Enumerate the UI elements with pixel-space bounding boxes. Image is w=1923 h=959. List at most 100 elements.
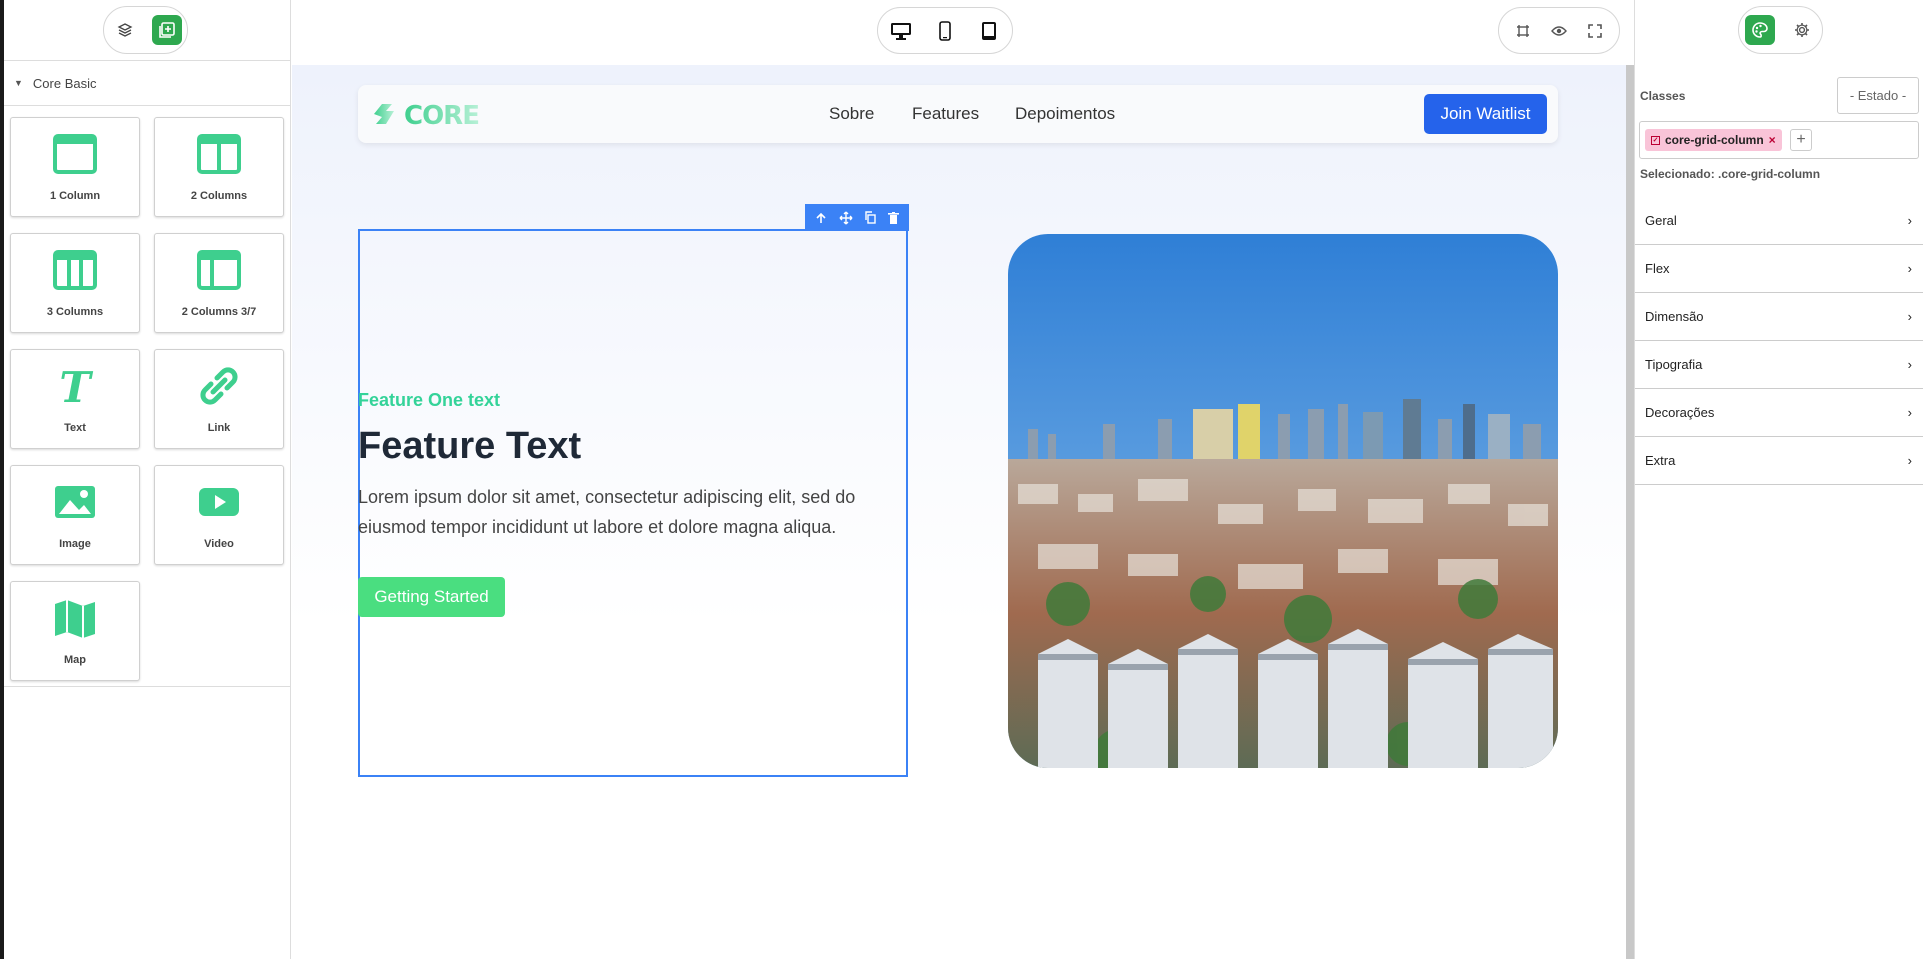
- right-panel-switcher: [1738, 6, 1823, 54]
- core-logo: CORE: [374, 101, 480, 130]
- one-column-icon: [53, 134, 97, 174]
- state-select-value: - Estado -: [1849, 88, 1907, 103]
- section-flex[interactable]: Flex ›: [1635, 245, 1923, 293]
- layers-icon: [117, 23, 132, 37]
- classes-label: Classes: [1640, 89, 1686, 103]
- copy-icon[interactable]: [864, 211, 877, 224]
- settings-button[interactable]: [1787, 15, 1817, 45]
- getting-started-button[interactable]: Getting Started: [358, 577, 505, 617]
- add-class-button[interactable]: +: [1790, 129, 1812, 151]
- divider: [4, 686, 291, 687]
- gear-icon: [1794, 23, 1809, 37]
- block-label: Map: [64, 654, 86, 666]
- chevron-right-icon: ›: [1907, 261, 1912, 276]
- block-1-column[interactable]: 1 Column: [10, 117, 140, 217]
- category-core-basic[interactable]: ▼ Core Basic: [4, 60, 291, 106]
- block-text[interactable]: T Text: [10, 349, 140, 449]
- category-title: Core Basic: [32, 75, 97, 91]
- layers-button[interactable]: [110, 15, 140, 45]
- nav-link-features[interactable]: Features: [912, 104, 979, 124]
- style-manager-button[interactable]: [1744, 15, 1775, 45]
- section-extra[interactable]: Extra ›: [1635, 437, 1923, 485]
- block-label: Text: [64, 422, 86, 434]
- city-photo[interactable]: [1008, 234, 1558, 768]
- checkbox-icon[interactable]: ✓: [1651, 135, 1660, 145]
- section-decoracoes[interactable]: Decorações ›: [1635, 389, 1923, 437]
- section-title: Dimensão: [1645, 309, 1704, 324]
- site-navbar[interactable]: CORE Sobre Features Depoimentos Join Wai…: [358, 85, 1558, 143]
- link-icon: [200, 367, 238, 405]
- editor-top-bar: [292, 0, 1634, 65]
- toggle-outline-button[interactable]: [1508, 16, 1538, 46]
- desktop-device-button[interactable]: [886, 16, 916, 46]
- selected-label: Selecionado:: [1640, 167, 1715, 181]
- three-columns-icon: [53, 250, 97, 290]
- block-label: 2 Columns 3/7: [181, 306, 257, 318]
- section-tipografia[interactable]: Tipografia ›: [1635, 341, 1923, 389]
- mobile-icon: [939, 20, 951, 41]
- selection-toolbar: [805, 204, 909, 231]
- block-label: Video: [204, 538, 234, 550]
- block-label: Link: [207, 422, 231, 434]
- delete-icon[interactable]: [888, 211, 900, 224]
- outline-icon: [1517, 24, 1529, 37]
- left-panel-switcher: [103, 6, 188, 54]
- feature-title: Feature Text: [358, 425, 582, 467]
- blocks-panel: ▼ Core Basic 1 Column 2 Columns 3 Column…: [4, 0, 291, 959]
- move-icon[interactable]: [839, 211, 853, 225]
- class-tag-name: core-grid-column: [1665, 133, 1764, 147]
- block-map[interactable]: Map: [10, 581, 140, 681]
- add-block-icon: [158, 22, 175, 38]
- palette-icon: [1751, 22, 1768, 38]
- section-title: Tipografia: [1645, 357, 1703, 372]
- canvas-scrollbar[interactable]: [1626, 65, 1634, 959]
- state-select[interactable]: - Estado -: [1837, 77, 1919, 114]
- section-title: Flex: [1645, 261, 1670, 276]
- chevron-right-icon: ›: [1907, 405, 1912, 420]
- tablet-icon: [982, 21, 996, 40]
- tablet-device-button[interactable]: [974, 16, 1004, 46]
- selected-info: Selecionado: .core-grid-column: [1640, 167, 1820, 181]
- selected-value: .core-grid-column: [1718, 167, 1821, 181]
- block-label: 3 Columns: [46, 306, 104, 318]
- mobile-device-button[interactable]: [930, 16, 960, 46]
- block-video[interactable]: Video: [154, 465, 284, 565]
- remove-class-icon[interactable]: ×: [1769, 133, 1776, 147]
- section-dimensao[interactable]: Dimensão ›: [1635, 293, 1923, 341]
- svg-text:CORE: CORE: [404, 101, 479, 130]
- block-label: 2 Columns: [190, 190, 248, 202]
- chevron-right-icon: ›: [1907, 309, 1912, 324]
- section-title: Geral: [1645, 213, 1677, 228]
- block-image[interactable]: Image: [10, 465, 140, 565]
- svg-text:T: T: [59, 364, 93, 408]
- block-3-columns[interactable]: 3 Columns: [10, 233, 140, 333]
- two-columns-icon: [197, 134, 241, 174]
- blocks-button[interactable]: [151, 15, 182, 45]
- preview-button[interactable]: [1544, 16, 1574, 46]
- chevron-right-icon: ›: [1907, 213, 1912, 228]
- section-geral[interactable]: Geral ›: [1635, 197, 1923, 245]
- block-2-columns[interactable]: 2 Columns: [154, 117, 284, 217]
- class-tag[interactable]: ✓ core-grid-column ×: [1645, 129, 1782, 151]
- feature-subtitle: Feature One text: [358, 390, 501, 410]
- block-link[interactable]: Link: [154, 349, 284, 449]
- text-icon: T: [59, 364, 93, 408]
- select-parent-icon[interactable]: [815, 212, 827, 224]
- device-switcher: [877, 7, 1013, 54]
- block-2-columns-37[interactable]: 2 Columns 3/7: [154, 233, 284, 333]
- caret-down-icon: ▼: [14, 78, 23, 88]
- image-icon: [55, 486, 95, 518]
- nav-link-depoimentos[interactable]: Depoimentos: [1015, 104, 1115, 124]
- classes-container[interactable]: ✓ core-grid-column × +: [1639, 121, 1919, 159]
- chevron-right-icon: ›: [1907, 357, 1912, 372]
- nav-link-sobre[interactable]: Sobre: [829, 104, 874, 124]
- join-waitlist-button[interactable]: Join Waitlist: [1424, 94, 1547, 134]
- chevron-right-icon: ›: [1907, 453, 1912, 468]
- section-title: Decorações: [1645, 405, 1715, 420]
- editor-canvas[interactable]: CORE Sobre Features Depoimentos Join Wai…: [292, 65, 1626, 959]
- style-manager-panel: Classes - Estado - ✓ core-grid-column × …: [1634, 0, 1923, 959]
- feature-body: Lorem ipsum dolor sit amet, consectetur …: [358, 487, 856, 537]
- fullscreen-button[interactable]: [1580, 16, 1610, 46]
- two-columns-37-icon: [197, 250, 241, 290]
- video-icon: [199, 488, 239, 516]
